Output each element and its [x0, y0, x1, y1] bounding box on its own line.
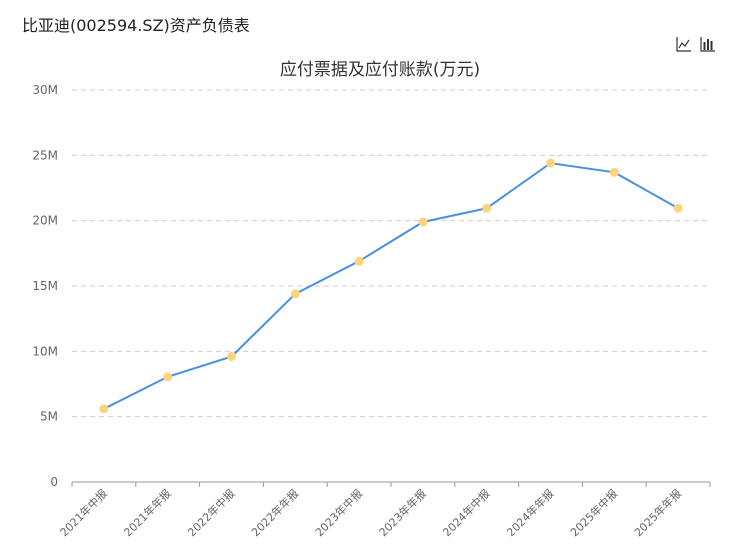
x-tick-label: 2025年年报 [631, 486, 684, 539]
y-tick-label: 20M [32, 214, 58, 228]
data-point [227, 352, 236, 362]
x-tick-label: 2025年中报 [567, 486, 620, 539]
grid [72, 89, 710, 418]
y-tick-label: 25M [32, 148, 58, 162]
y-tick-label: 15M [32, 279, 58, 293]
data-point [609, 167, 619, 177]
data-point [418, 217, 428, 227]
y-tick-label: 30M [32, 83, 58, 97]
x-tick-label: 2021年年报 [121, 486, 174, 539]
chart-title: 应付票据及应付账款(万元) [280, 60, 480, 80]
y-tick-label: 5M [40, 410, 58, 424]
y-axis: 0 5M 10M 15M 20M 25M 30M [32, 83, 58, 489]
data-point [163, 372, 173, 382]
y-tick-label: 10M [32, 344, 58, 358]
y-tick-label: 0 [50, 475, 58, 489]
x-tick-label: 2023年年报 [376, 486, 429, 539]
data-point [290, 289, 300, 299]
data-point [673, 203, 683, 213]
data-point [482, 203, 492, 213]
x-tick-label: 2024年年报 [504, 486, 557, 539]
x-tick-label: 2021年中报 [57, 486, 110, 539]
x-tick-label: 2022年年报 [248, 486, 301, 539]
data-point [546, 158, 555, 168]
chart: 应付票据及应付账款(万元) 0 5M 10M 15M 20M 25M 30M 2021年中报… [32, 60, 711, 539]
data-point [99, 404, 109, 414]
x-axis: 2021年中报 2021年年报 2022年中报 2022年年报 2023年中报 2023年… [57, 481, 711, 539]
data-point [354, 256, 364, 266]
x-tick-label: 2024年中报 [440, 486, 493, 539]
x-tick-label: 2022年中报 [185, 486, 238, 539]
x-tick-label: 2023年中报 [312, 486, 365, 539]
